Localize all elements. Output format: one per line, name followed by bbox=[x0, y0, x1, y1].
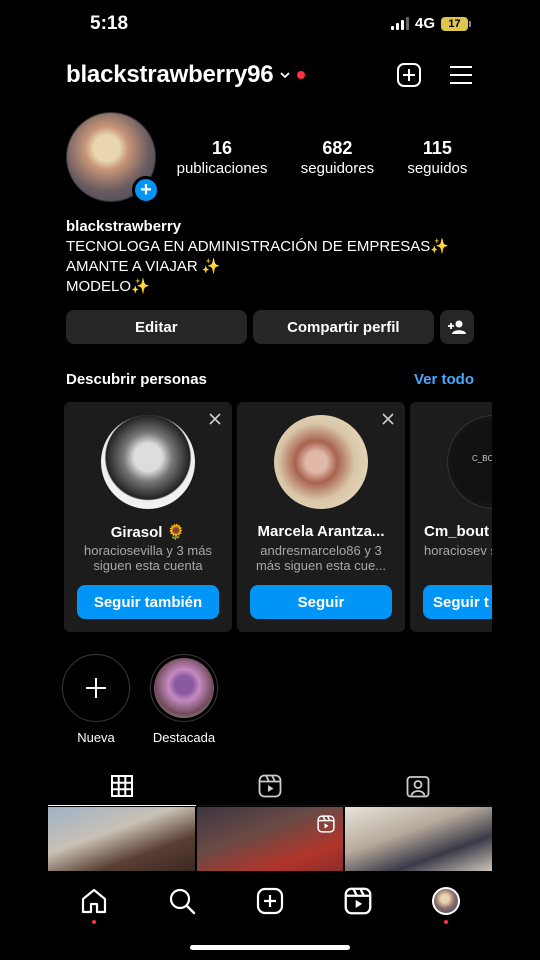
bio-line: AMANTE A VIAJAR ✨ bbox=[66, 258, 221, 275]
post-thumbnail[interactable] bbox=[345, 807, 493, 871]
status-indicators: 4G 17 bbox=[390, 15, 471, 32]
bio-line: TECNOLOGA EN ADMINISTRACIÓN DE EMPRESAS✨ bbox=[66, 238, 449, 255]
nav-search[interactable] bbox=[167, 886, 197, 916]
grid-icon bbox=[111, 774, 133, 797]
highlight-new[interactable]: Nueva bbox=[62, 654, 130, 745]
add-story-icon[interactable]: + bbox=[132, 176, 160, 204]
post-thumbnail[interactable] bbox=[48, 807, 195, 871]
home-indicator[interactable] bbox=[190, 945, 350, 950]
add-user-icon bbox=[448, 320, 467, 334]
stat-followers[interactable]: 682 seguidores bbox=[301, 138, 374, 177]
edit-profile-button[interactable]: Editar bbox=[66, 310, 247, 344]
stat-value: 682 bbox=[322, 138, 353, 158]
search-icon bbox=[169, 888, 196, 915]
suggestion-carousel[interactable]: Girasol 🌻 horaciosevilla y 3 más siguen … bbox=[64, 402, 492, 632]
suggestion-avatar[interactable] bbox=[274, 415, 368, 509]
new-post-button[interactable] bbox=[396, 62, 422, 88]
suggestion-name: Marcela Arantza... bbox=[257, 523, 385, 540]
stat-label: seguidos bbox=[407, 160, 468, 177]
share-profile-button[interactable]: Compartir perfil bbox=[252, 310, 435, 344]
post-grid bbox=[48, 807, 493, 871]
create-icon bbox=[256, 887, 284, 915]
highlight-item[interactable]: Destacada bbox=[150, 654, 218, 745]
tagged-icon bbox=[406, 775, 430, 797]
logo-text: C_BOU bbox=[472, 454, 492, 463]
display-name: blackstrawberry bbox=[66, 218, 182, 235]
follow-button[interactable]: Seguir t bbox=[423, 585, 492, 619]
profile-stats: 16 publicaciones 682 seguidores 115 segu… bbox=[160, 138, 484, 177]
profile-header: blackstrawberry96 bbox=[66, 58, 474, 92]
follow-back-button[interactable]: Seguir también bbox=[77, 585, 219, 619]
highlight-ring bbox=[150, 654, 218, 722]
suggestion-context: horaciosev siguen es bbox=[424, 543, 492, 558]
menu-button[interactable] bbox=[448, 62, 474, 88]
suggestion-context: andresmarcelo86 y 3 más siguen esta cue.… bbox=[255, 543, 387, 573]
profile-tabs bbox=[48, 766, 492, 806]
stat-following[interactable]: 115 seguidos bbox=[407, 138, 467, 177]
tab-posts[interactable] bbox=[48, 766, 196, 806]
highlight-label: Destacada bbox=[152, 730, 216, 745]
battery-icon: 17 bbox=[441, 16, 471, 31]
status-time: 5:18 bbox=[90, 13, 129, 34]
suggestion-context: horaciosevilla y 3 más siguen esta cuent… bbox=[84, 543, 212, 573]
nav-profile[interactable] bbox=[431, 886, 461, 924]
suggestion-card[interactable]: Marcela Arantza... andresmarcelo86 y 3 m… bbox=[237, 402, 405, 632]
suggestion-card[interactable]: C_BOU Cm_bout horaciosev siguen es Segui… bbox=[410, 402, 492, 632]
notification-dot bbox=[92, 920, 96, 924]
highlight-ring bbox=[62, 654, 130, 722]
stat-label: publicaciones bbox=[176, 160, 268, 177]
reels-icon bbox=[344, 887, 372, 915]
stat-value: 16 bbox=[212, 138, 233, 158]
home-icon bbox=[81, 888, 107, 914]
tab-reels[interactable] bbox=[196, 766, 344, 806]
nav-home[interactable] bbox=[79, 886, 109, 924]
post-thumbnail[interactable] bbox=[196, 807, 344, 871]
profile-actions: Editar Compartir perfil bbox=[66, 310, 475, 344]
discover-title: Descubrir personas bbox=[66, 371, 207, 388]
discover-header: Descubrir personas Ver todo bbox=[66, 371, 474, 388]
chevron-down-icon[interactable] bbox=[279, 69, 291, 81]
follow-button[interactable]: Seguir bbox=[250, 585, 392, 619]
close-icon[interactable] bbox=[208, 412, 222, 426]
profile-bio: blackstrawberry TECNOLOGA EN ADMINISTRAC… bbox=[66, 217, 486, 297]
tab-tagged[interactable] bbox=[344, 766, 492, 806]
suggestion-avatar[interactable] bbox=[101, 415, 195, 509]
reels-icon bbox=[258, 774, 282, 797]
notification-dot bbox=[297, 71, 306, 79]
highlight-label: Nueva bbox=[77, 730, 115, 745]
nav-create[interactable] bbox=[255, 886, 285, 916]
signal-icon bbox=[390, 17, 409, 30]
stat-posts[interactable]: 16 publicaciones bbox=[177, 138, 268, 177]
suggestion-name: Girasol 🌻 bbox=[110, 524, 186, 541]
stat-label: seguidores bbox=[300, 160, 375, 177]
menu-icon bbox=[450, 66, 472, 84]
see-all-link[interactable]: Ver todo bbox=[414, 371, 474, 388]
highlight-cover bbox=[154, 658, 214, 718]
profile-avatar[interactable]: + bbox=[66, 112, 160, 204]
bio-line: MODELO✨ bbox=[66, 278, 150, 295]
nav-reels[interactable] bbox=[343, 886, 373, 916]
suggestion-card[interactable]: Girasol 🌻 horaciosevilla y 3 más siguen … bbox=[64, 402, 232, 632]
profile-avatar bbox=[432, 887, 460, 915]
suggestion-name: Cm_bout bbox=[424, 523, 489, 540]
new-post-icon bbox=[397, 63, 421, 87]
status-bar: 5:18 4G 17 bbox=[0, 0, 540, 48]
username-switcher[interactable]: blackstrawberry96 bbox=[66, 61, 274, 89]
close-icon[interactable] bbox=[381, 412, 395, 426]
story-highlights: Nueva Destacada bbox=[62, 654, 218, 745]
bottom-navigation bbox=[0, 871, 540, 931]
network-label: 4G bbox=[414, 15, 435, 32]
reels-icon bbox=[317, 815, 335, 833]
notification-dot bbox=[444, 920, 448, 924]
discover-people-button[interactable] bbox=[440, 310, 475, 344]
plus-icon bbox=[86, 678, 106, 698]
suggestion-avatar[interactable]: C_BOU bbox=[447, 415, 492, 509]
stat-value: 115 bbox=[422, 138, 452, 158]
